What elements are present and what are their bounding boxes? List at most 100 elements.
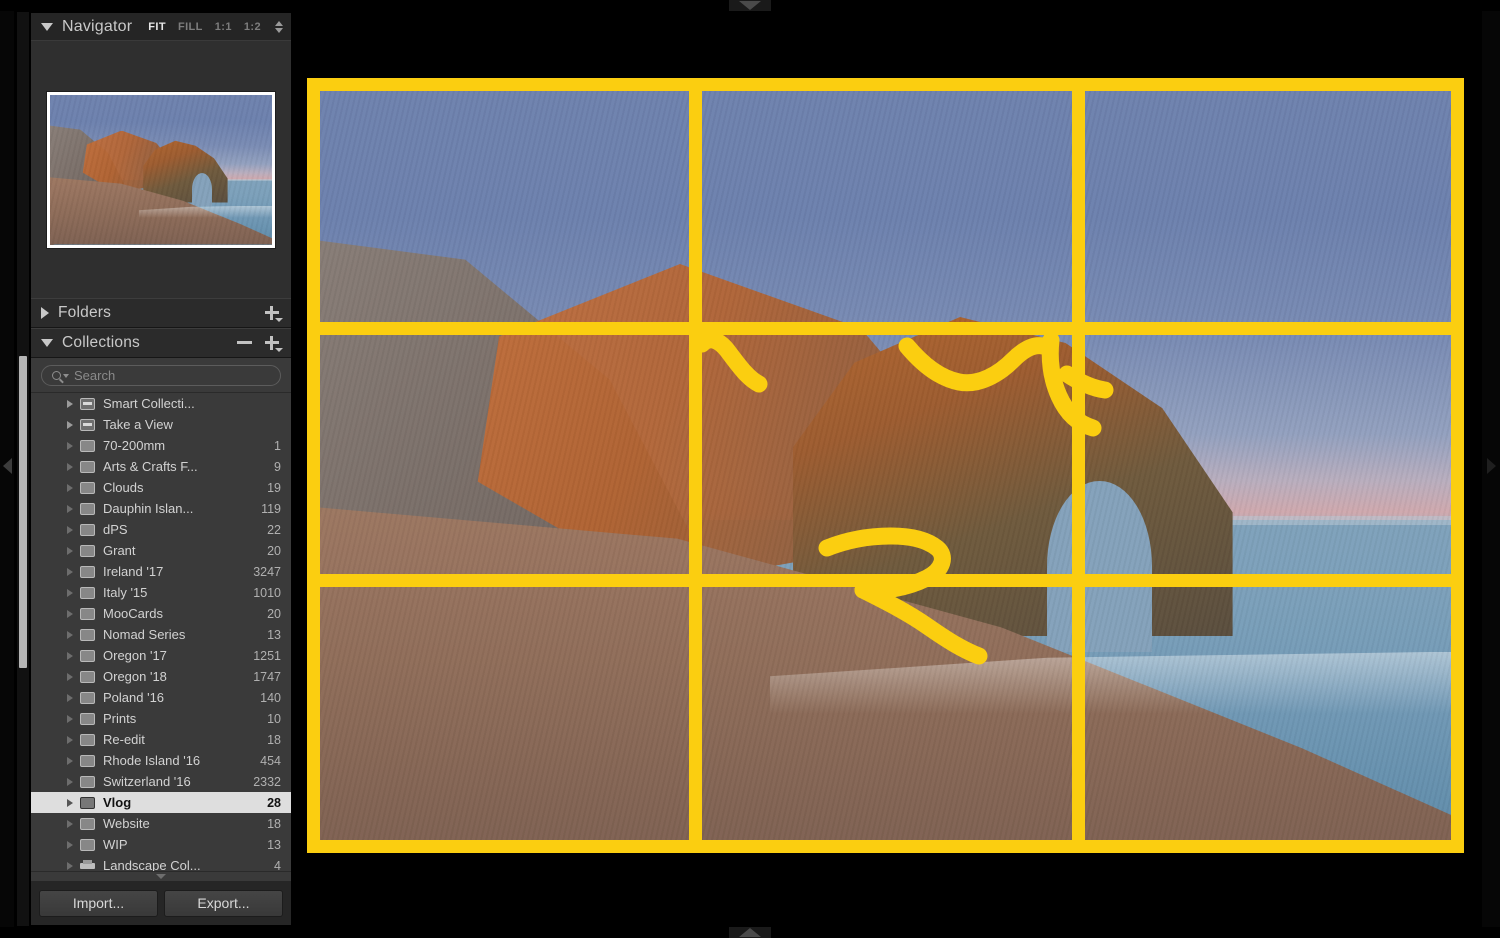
collection-row[interactable]: Vlog 28 [31,792,291,813]
collection-name: Re-edit [103,732,145,747]
collection-row[interactable]: Ireland '17 3247 [31,561,291,582]
collection-name: Grant [103,543,136,558]
collection-row[interactable]: Clouds 19 [31,477,291,498]
zoom-fit-button[interactable]: FIT [148,21,166,33]
collection-icon [80,670,95,683]
collection-row[interactable]: Prints 10 [31,708,291,729]
collection-row[interactable]: dPS 22 [31,519,291,540]
collection-row[interactable]: 70-200mm 1 [31,435,291,456]
export-button[interactable]: Export... [164,889,283,917]
collection-icon [80,607,95,620]
collection-name: Website [103,816,150,831]
collection-name: Nomad Series [103,627,186,642]
import-button[interactable]: Import... [39,889,158,917]
collection-icon [80,502,95,515]
collection-row[interactable]: Rhode Island '16 454 [31,750,291,771]
collection-row[interactable]: Oregon '18 1747 [31,666,291,687]
bottom-panel-collapse-handle[interactable] [729,927,771,938]
collection-name: Prints [103,711,137,726]
disclosure-triangle-icon[interactable] [67,483,73,492]
disclosure-triangle-icon[interactable] [67,693,73,702]
collection-row[interactable]: Website 18 [31,813,291,834]
folders-header-buttons [264,305,283,322]
collections-header[interactable]: Collections [31,328,291,358]
disclosure-triangle-icon[interactable] [67,735,73,744]
add-collection-button[interactable] [264,335,283,352]
collection-count: 22 [267,522,281,537]
right-panel-collapse-arrow[interactable] [1487,458,1496,474]
navigator-header[interactable]: Navigator FIT FILL 1:1 1:2 [31,13,291,40]
collection-row[interactable]: Poland '16 140 [31,687,291,708]
left-panel-collapse-arrow[interactable] [3,458,12,474]
list-scroll-caret[interactable] [31,872,291,881]
collection-count: 20 [267,606,281,621]
collection-name: MooCards [103,606,163,621]
collection-count: 1010 [253,585,281,600]
remove-collection-button[interactable] [236,335,254,351]
left-panel-scrollbar-thumb[interactable] [19,356,27,668]
disclosure-triangle-icon[interactable] [67,651,73,660]
disclosure-triangle-icon[interactable] [67,525,73,534]
disclosure-triangle-icon[interactable] [67,588,73,597]
collections-list[interactable]: Smart Collecti... Take a View 70-200mm 1 Art… [31,393,291,872]
zoom-stepper[interactable] [275,20,283,33]
collection-count: 20 [267,543,281,558]
disclosure-triangle-icon[interactable] [67,504,73,513]
collection-row[interactable]: MooCards 20 [31,603,291,624]
disclosure-triangle-icon[interactable] [67,462,73,471]
zoom-1-1-button[interactable]: 1:1 [215,21,232,33]
collection-icon [80,733,95,746]
top-panel-collapse-handle[interactable] [729,0,771,11]
loupe-image[interactable] [307,78,1464,853]
disclosure-triangle-icon[interactable] [67,798,73,807]
zoom-1-2-button[interactable]: 1:2 [244,21,261,33]
collection-icon [80,460,95,473]
disclosure-triangle-icon[interactable] [67,756,73,765]
navigator-thumbnail[interactable] [47,91,275,248]
disclosure-triangle-icon[interactable] [67,714,73,723]
collection-name: Clouds [103,480,144,495]
folders-title: Folders [58,304,112,321]
folders-header[interactable]: Folders [31,298,291,328]
triangle-right-icon[interactable] [41,307,49,319]
collection-row[interactable]: WIP 13 [31,834,291,855]
triangle-down-icon[interactable] [41,22,53,31]
disclosure-triangle-icon[interactable] [67,609,73,618]
collection-row[interactable]: Re-edit 18 [31,729,291,750]
disclosure-triangle-icon[interactable] [67,567,73,576]
collection-name: Landscape Col... [103,858,201,872]
disclosure-triangle-icon[interactable] [67,630,73,639]
disclosure-triangle-icon[interactable] [67,672,73,681]
zoom-fill-button[interactable]: FILL [178,21,203,33]
collection-row[interactable]: Take a View [31,414,291,435]
collection-row[interactable]: Grant 20 [31,540,291,561]
disclosure-triangle-icon[interactable] [67,777,73,786]
chevron-up-icon [739,928,761,937]
collection-row[interactable]: Dauphin Islan... 119 [31,498,291,519]
collection-icon [80,838,95,851]
collection-row[interactable]: Nomad Series 13 [31,624,291,645]
disclosure-triangle-icon[interactable] [67,861,73,870]
disclosure-triangle-icon[interactable] [67,420,73,429]
disclosure-triangle-icon[interactable] [67,546,73,555]
collection-count: 13 [267,627,281,642]
add-folder-button[interactable] [264,305,283,322]
collection-count: 1251 [253,648,281,663]
collection-row[interactable]: Landscape Col... 4 [31,855,291,872]
collection-count: 119 [261,501,281,516]
disclosure-triangle-icon[interactable] [67,399,73,408]
collection-count: 454 [260,753,281,768]
collection-row[interactable]: Oregon '17 1251 [31,645,291,666]
triangle-down-icon[interactable] [41,339,53,347]
collection-name: Switzerland '16 [103,774,191,789]
navigator-preview[interactable] [31,40,291,298]
collection-name: Smart Collecti... [103,396,195,411]
search-input[interactable]: Search [41,365,281,386]
collection-row[interactable]: Switzerland '16 2332 [31,771,291,792]
disclosure-triangle-icon[interactable] [67,840,73,849]
collection-row[interactable]: Italy '15 1010 [31,582,291,603]
collection-row[interactable]: Smart Collecti... [31,393,291,414]
disclosure-triangle-icon[interactable] [67,819,73,828]
collection-row[interactable]: Arts & Crafts F... 9 [31,456,291,477]
disclosure-triangle-icon[interactable] [67,441,73,450]
